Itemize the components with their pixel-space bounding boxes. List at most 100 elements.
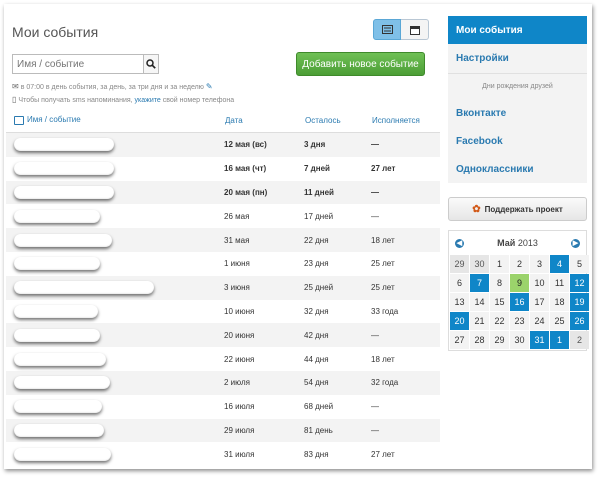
calendar-day[interactable]: 10 xyxy=(530,274,549,292)
calendar-day[interactable]: 31 xyxy=(530,331,549,349)
calendar-day[interactable]: 11 xyxy=(550,274,569,292)
event-date-cell: 29 июля xyxy=(224,418,304,443)
header-date[interactable]: Дата xyxy=(224,108,304,133)
event-date-cell: 20 июня xyxy=(224,323,304,348)
redacted-name xyxy=(14,328,100,342)
event-left-cell: 44 дня xyxy=(304,354,329,364)
search-button[interactable] xyxy=(143,55,158,73)
event-name-cell[interactable] xyxy=(6,347,224,371)
event-name-cell[interactable] xyxy=(6,180,224,205)
edit-icon[interactable]: ✎ xyxy=(206,82,213,91)
calendar-day[interactable]: 27 xyxy=(450,331,469,349)
table-row[interactable]: 31 июля 83 дня 27 лет xyxy=(6,442,440,466)
search-input[interactable] xyxy=(13,55,143,73)
event-name-cell[interactable] xyxy=(6,370,224,395)
calendar-day[interactable]: 13 xyxy=(450,293,469,311)
phone-link[interactable]: укажите xyxy=(135,97,161,104)
event-left-cell: 11 дней xyxy=(304,180,371,205)
add-event-button[interactable]: Добавить новое событие xyxy=(296,52,425,76)
sidebar-item-settings[interactable]: Настройки xyxy=(448,44,587,73)
table-row[interactable]: 20 июня 42 дня — xyxy=(6,323,440,348)
calendar-day[interactable]: 7 xyxy=(470,274,489,292)
event-name-cell[interactable] xyxy=(6,418,224,443)
table-row[interactable]: 10 июня 32 дня 33 года xyxy=(6,300,440,324)
event-name-cell[interactable] xyxy=(6,300,224,324)
calendar-day[interactable]: 25 xyxy=(550,312,569,330)
table-row[interactable]: 16 мая (чт) 7 дней 27 лет xyxy=(6,157,440,181)
calendar-day[interactable]: 2 xyxy=(570,331,589,349)
calendar-day[interactable]: 12 xyxy=(570,274,589,292)
calendar-day[interactable]: 16 xyxy=(510,293,529,311)
sidebar-item-vkontakte[interactable]: Вконтакте xyxy=(448,99,587,127)
event-name-cell[interactable] xyxy=(6,442,224,466)
calendar-day[interactable]: 20 xyxy=(450,312,469,330)
table-row[interactable]: 31 мая 22 дня 18 лет xyxy=(6,228,440,252)
redacted-name xyxy=(14,352,106,366)
calendar-day[interactable]: 1 xyxy=(550,331,569,349)
event-left-cell: 42 дня xyxy=(304,323,371,348)
calendar-day[interactable]: 21 xyxy=(470,312,489,330)
calendar-day[interactable]: 9 xyxy=(510,274,529,292)
phone-note-prefix: Чтобы получать sms напоминания, xyxy=(18,97,133,104)
calendar-day[interactable]: 23 xyxy=(510,312,529,330)
event-name-cell[interactable] xyxy=(6,204,224,228)
event-name-cell[interactable] xyxy=(6,275,224,300)
calendar-icon xyxy=(409,25,420,35)
event-name-cell[interactable] xyxy=(6,252,224,276)
event-date-cell: 31 июля xyxy=(224,449,255,459)
next-month-icon[interactable]: ▶ xyxy=(570,238,580,248)
event-name-cell[interactable] xyxy=(6,132,224,157)
header-name[interactable]: Имя / событие xyxy=(6,108,224,133)
calendar-day[interactable]: 30 xyxy=(470,255,489,273)
prev-month-icon[interactable]: ◀ xyxy=(455,238,464,248)
calendar-day[interactable]: 19 xyxy=(570,293,589,311)
calendar-day[interactable]: 30 xyxy=(510,331,529,349)
calendar-day[interactable]: 14 xyxy=(470,293,489,311)
table-row[interactable]: 29 июля 81 день — xyxy=(6,418,440,443)
event-date-cell: 16 июля xyxy=(224,402,255,412)
event-name-cell[interactable] xyxy=(6,395,224,419)
mini-calendar: ◀ Май 2013 ▶ 29 30 1 2 3 4 5 6 7 8 9 10 11 12 13 14 15 16… xyxy=(448,230,589,351)
redacted-name xyxy=(14,281,154,295)
calendar-day[interactable]: 29 xyxy=(450,255,469,273)
table-row[interactable]: 26 мая 17 дней — xyxy=(6,204,440,228)
redacted-name xyxy=(14,423,104,437)
calendar-day[interactable]: 17 xyxy=(530,293,549,311)
table-row[interactable]: 3 июня 25 дней 25 лет xyxy=(6,275,440,300)
table-row[interactable]: 16 июля 68 дней — xyxy=(6,395,440,419)
calendar-day[interactable]: 5 xyxy=(570,255,589,273)
calendar-day[interactable]: 28 xyxy=(470,331,489,349)
calendar-day[interactable]: 29 xyxy=(490,331,509,349)
calendar-day[interactable]: 4 xyxy=(550,255,569,273)
calendar-day[interactable]: 26 xyxy=(570,312,589,330)
calendar-day[interactable]: 22 xyxy=(490,312,509,330)
sidebar-item-odnoklassniki[interactable]: Одноклассники xyxy=(448,155,587,183)
header-left[interactable]: Осталось xyxy=(304,108,371,133)
event-age-cell: 32 года xyxy=(371,370,440,395)
calendar-day[interactable]: 18 xyxy=(550,293,569,311)
calendar-day[interactable]: 2 xyxy=(510,255,529,273)
event-left-cell: 7 дней xyxy=(304,164,330,174)
calendar-day[interactable]: 1 xyxy=(490,255,509,273)
event-date-cell: 3 июня xyxy=(224,275,304,300)
calendar-day[interactable]: 3 xyxy=(530,255,549,273)
table-row[interactable]: 22 июня 44 дня 18 лет xyxy=(6,347,440,371)
calendar-day[interactable]: 6 xyxy=(450,274,469,292)
header-age[interactable]: Исполняется xyxy=(371,108,440,133)
list-view-button[interactable] xyxy=(373,19,401,40)
calendar-day[interactable]: 8 xyxy=(490,274,509,292)
event-name-cell[interactable] xyxy=(6,157,224,181)
table-row[interactable]: 2 июля 54 дня 32 года xyxy=(6,370,440,395)
calendar-day[interactable]: 24 xyxy=(530,312,549,330)
table-row[interactable]: 1 июня 23 дня 25 лет xyxy=(6,252,440,276)
table-row[interactable]: 12 мая (вс) 3 дня — xyxy=(6,132,440,157)
event-name-cell[interactable] xyxy=(6,228,224,252)
event-name-cell[interactable] xyxy=(6,323,224,348)
sidebar-item-my-events[interactable]: Мои события xyxy=(448,16,587,44)
support-project-button[interactable]: ✿ Поддержать проект xyxy=(448,197,587,221)
sidebar-item-facebook[interactable]: Facebook xyxy=(448,127,587,155)
calendar-day[interactable]: 15 xyxy=(490,293,509,311)
event-left-cell: 83 дня xyxy=(304,449,329,459)
calendar-view-button[interactable] xyxy=(401,19,429,40)
table-row[interactable]: 20 мая (пн) 11 дней — xyxy=(6,180,440,205)
